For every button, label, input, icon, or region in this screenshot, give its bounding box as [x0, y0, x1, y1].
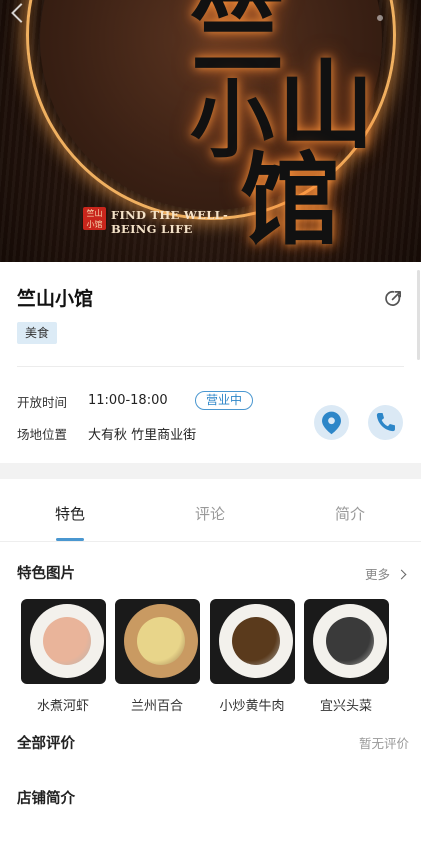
hero-glyph-2: 山	[278, 49, 374, 162]
featured-title: 特色图片	[17, 566, 75, 582]
location-pin-icon	[322, 411, 341, 435]
dish-food-4	[326, 617, 374, 665]
tab-intro[interactable]: 简介	[320, 503, 380, 524]
hours-label: 开放时间	[17, 395, 68, 410]
dish-photo-2[interactable]	[115, 599, 200, 684]
hero-glyph-1: 竺	[190, 0, 286, 86]
category-tag: 美食	[17, 322, 58, 344]
divider	[17, 366, 404, 367]
reviews-empty: 暂无评价	[358, 736, 409, 751]
venue-title: 竺山小馆	[17, 288, 94, 310]
hero-logo-line1: FIND THE WELL-	[111, 208, 229, 222]
hero-logo-line2: BEING LIFE	[111, 222, 193, 236]
dish-food-1	[43, 617, 91, 665]
tab-featured[interactable]: 特色	[40, 503, 100, 524]
status-badge: 营业中	[195, 391, 254, 410]
hero-glyph-4: 馆	[240, 141, 340, 259]
dish-photo-1[interactable]	[21, 599, 106, 684]
tab-bar: 特色 评论 简介	[0, 479, 421, 542]
location-value: 大有秋 竹里商业街	[88, 428, 197, 443]
call-button[interactable]	[368, 405, 403, 440]
dish-name-2: 兰州百合	[130, 699, 183, 714]
hero-logo-text: FIND THE WELL- BEING LIFE	[111, 208, 228, 236]
dish-photo-3[interactable]	[210, 599, 295, 684]
section-gap	[0, 463, 421, 479]
dish-food-2	[137, 617, 185, 665]
chevron-right-icon	[396, 569, 407, 580]
dish-photo-4[interactable]	[304, 599, 389, 684]
venue-header: 竺山小馆 美食	[0, 262, 421, 368]
reviews-title: 全部评价	[17, 736, 75, 752]
tab-reviews[interactable]: 评论	[180, 503, 240, 524]
active-tab-indicator	[56, 538, 84, 541]
intro-title: 店铺简介	[17, 791, 75, 807]
dish-name-3: 小炒黄牛肉	[219, 699, 285, 714]
map-button[interactable]	[314, 405, 349, 440]
hero-image: 竺 山 小 馆 竺山小馆 FIND THE WELL- BEING LIFE	[0, 0, 421, 262]
hours-value: 11:00-18:00	[88, 393, 168, 408]
location-label: 场地位置	[17, 427, 68, 442]
phone-icon	[376, 413, 395, 432]
more-label: 更多	[365, 567, 391, 582]
hero-seal: 竺山小馆	[83, 207, 106, 230]
more-link[interactable]: 更多	[365, 564, 407, 583]
scrollbar[interactable]	[417, 270, 420, 360]
share-icon[interactable]	[384, 289, 403, 308]
dish-name-1: 水煮河虾	[36, 699, 89, 714]
dish-food-3	[232, 617, 280, 665]
dish-name-4: 宜兴头菜	[319, 699, 372, 714]
carousel-dot-icon	[377, 15, 383, 21]
